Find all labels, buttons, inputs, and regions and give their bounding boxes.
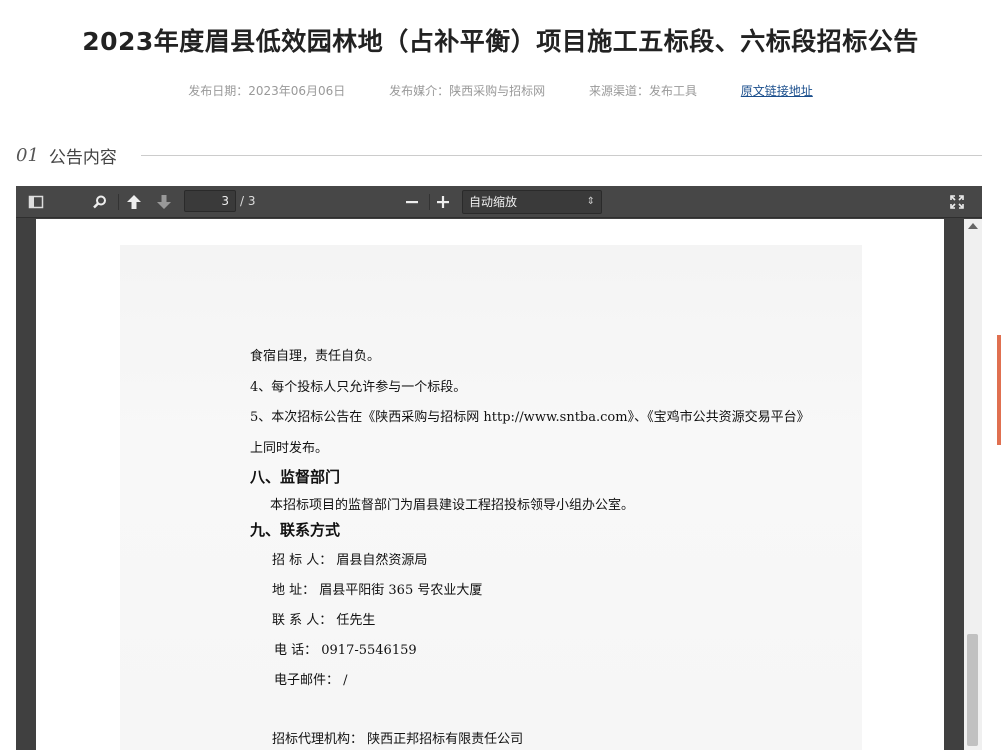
source-channel: 来源渠道：发布工具 xyxy=(588,84,697,98)
next-page-icon[interactable] xyxy=(154,192,174,212)
doc-line: 上同时发布。 xyxy=(250,441,329,456)
doc-line: 本招标项目的监督部门为眉县建设工程招投标领导小组办公室。 xyxy=(270,498,635,513)
section-header: 01 公告内容 xyxy=(16,142,982,168)
section-number: 01 xyxy=(16,144,39,166)
zoom-in-icon[interactable] xyxy=(433,192,453,212)
chevron-updown-icon: ⇕ xyxy=(586,196,595,207)
section-divider xyxy=(140,154,982,156)
contact-line: 联 系 人： 任先生 xyxy=(272,613,376,628)
contact-line: 电 话： 0917-5546159 xyxy=(274,643,417,658)
contact-line: 招 标 人： 眉县自然资源局 xyxy=(272,553,428,568)
zoom-select-value: 自动缩放 xyxy=(469,195,518,209)
publish-date: 发布日期：2023年06月06日 xyxy=(188,84,346,98)
page-total: / 3 xyxy=(240,194,256,208)
search-icon[interactable] xyxy=(90,192,110,212)
pdf-toolbar: 3 / 3 自动缩放 ⇕ xyxy=(16,186,982,218)
toolbar-separator xyxy=(118,194,119,210)
zoom-out-icon[interactable] xyxy=(402,192,422,212)
original-link[interactable]: 原文链接地址 xyxy=(741,84,813,98)
pdf-page-area[interactable]: 食宿自理，责任自负。 4、每个投标人只允许参与一个标段。 5、本次招标公告在《陕… xyxy=(16,219,982,750)
section-label: 公告内容 xyxy=(48,147,117,168)
side-tab[interactable] xyxy=(997,335,1001,445)
pdf-page: 食宿自理，责任自负。 4、每个投标人只允许参与一个标段。 5、本次招标公告在《陕… xyxy=(36,219,944,750)
doc-line: 食宿自理，责任自负。 xyxy=(250,349,381,364)
doc-line: 5、本次招标公告在《陕西采购与招标网 http://www.sntba.com》… xyxy=(250,410,810,425)
contact-line: 电子邮件： / xyxy=(274,673,348,688)
scroll-up-icon[interactable] xyxy=(968,223,978,229)
page-number-input[interactable]: 3 xyxy=(184,190,236,212)
scrollbar-thumb[interactable] xyxy=(967,634,978,746)
doc-heading: 九、联系方式 xyxy=(250,521,341,539)
contact-line: 招标代理机构： 陕西正邦招标有限责任公司 xyxy=(272,732,524,747)
pdf-viewer: 3 / 3 自动缩放 ⇕ 食宿自理，责任自负。 4、每个投标人只允许参与一个标段… xyxy=(16,186,982,750)
sidebar-toggle-icon[interactable] xyxy=(26,192,46,212)
contact-line: 地 址： 眉县平阳街 365 号农业大厦 xyxy=(272,583,483,598)
fullscreen-icon[interactable] xyxy=(947,192,967,212)
page-title: 2023年度眉县低效园林地（占补平衡）项目施工五标段、六标段招标公告 xyxy=(82,27,919,56)
zoom-select[interactable]: 自动缩放 ⇕ xyxy=(462,190,602,214)
article-meta: 发布日期：2023年06月06日 发布媒介：陕西采购与招标网 来源渠道：发布工具… xyxy=(0,82,1001,99)
publish-media: 发布媒介：陕西采购与招标网 xyxy=(389,84,546,98)
vertical-scrollbar[interactable] xyxy=(964,219,982,750)
doc-line: 4、每个投标人只允许参与一个标段。 xyxy=(250,380,467,395)
previous-page-icon[interactable] xyxy=(124,192,144,212)
doc-heading: 八、监督部门 xyxy=(250,468,341,486)
toolbar-separator xyxy=(429,194,430,210)
